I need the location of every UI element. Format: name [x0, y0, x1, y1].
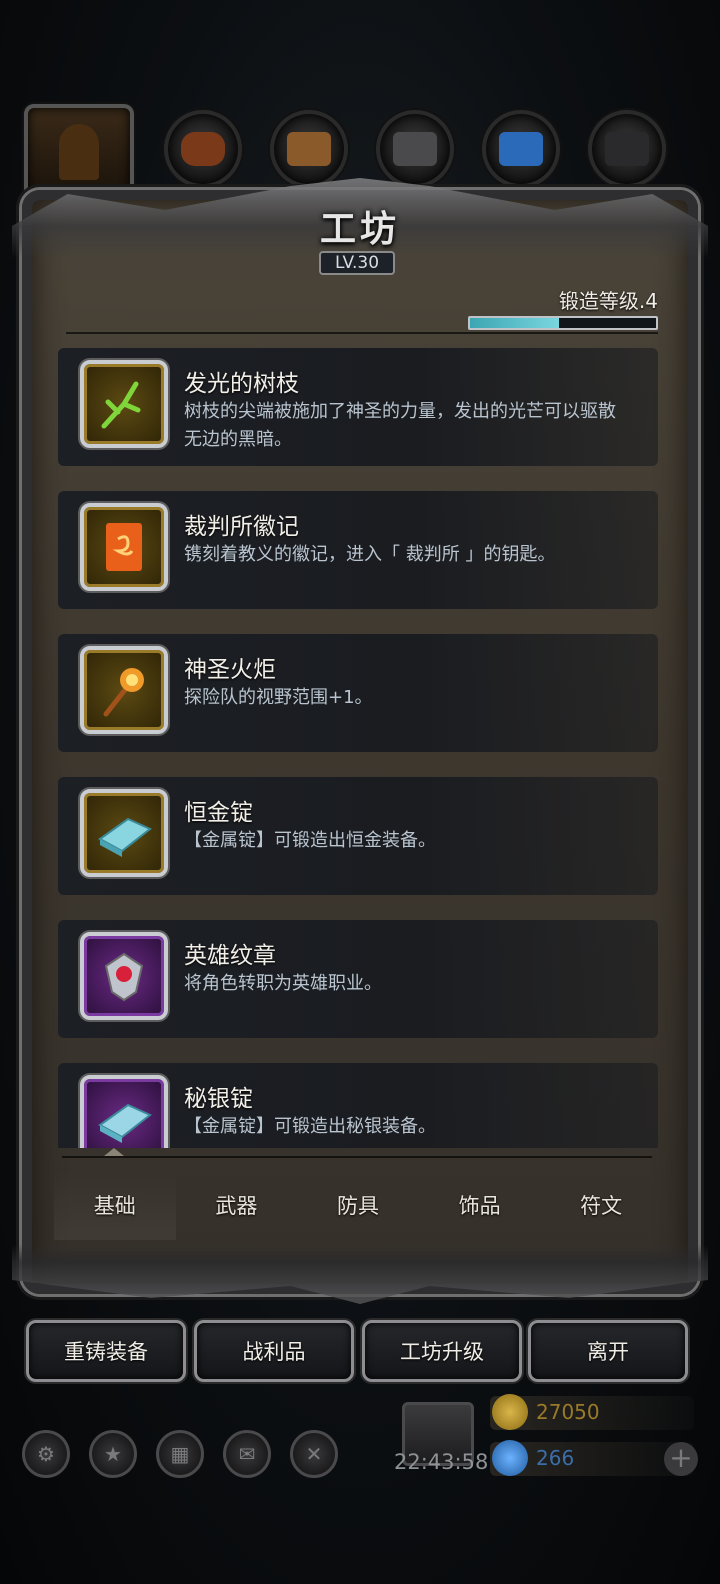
item-name: 秘银锭 — [184, 1086, 253, 1112]
item-name: 裁判所徽记 — [184, 514, 299, 540]
tab-armor[interactable]: 防具 — [297, 1170, 419, 1240]
list-item[interactable]: 裁判所徽记 镌刻着教义的徽记，进入「 裁判所 」的钥匙。 — [58, 491, 658, 609]
item-description: 【金属锭】可锻造出秘银装备。 — [184, 1116, 436, 1137]
item-description: 将角色转职为英雄职业。 — [184, 973, 382, 994]
swords-icon[interactable]: ✕ — [290, 1430, 338, 1478]
workshop-upgrade-button[interactable]: 工坊升级 — [362, 1320, 522, 1382]
iron-ingot-icon[interactable] — [376, 110, 454, 188]
leather-armor-icon[interactable] — [164, 110, 242, 188]
eternal-gold-ingot-icon — [80, 789, 168, 877]
forge-progress-bar — [468, 316, 658, 330]
settings-gear-icon[interactable]: ⚙ — [22, 1430, 70, 1478]
reforge-equipment-button[interactable]: 重铸装备 — [26, 1320, 186, 1382]
guild-banner-icon[interactable]: ▦ — [156, 1430, 204, 1478]
inquisition-emblem-icon — [80, 503, 168, 591]
star-badge-icon[interactable]: ★ — [89, 1430, 137, 1478]
list-item[interactable]: 发光的树枝 树枝的尖端被施加了神圣的力量，发出的光芒可以驱散无边的黑暗。 — [58, 348, 658, 466]
tab-basic[interactable]: 基础 — [54, 1170, 176, 1240]
forge-level-label: 锻造等级.4 — [558, 289, 658, 313]
loot-button[interactable]: 战利品 — [194, 1320, 354, 1382]
divider — [66, 332, 658, 334]
item-list[interactable]: 发光的树枝 树枝的尖端被施加了神圣的力量，发出的光芒可以驱散无边的黑暗。 裁判所… — [58, 348, 658, 1148]
tab-weapons[interactable]: 武器 — [176, 1170, 298, 1240]
glowing-branch-icon — [80, 360, 168, 448]
hero-crest-icon — [80, 932, 168, 1020]
list-item[interactable]: 神圣火炬 探险队的视野范围+1。 — [58, 634, 658, 752]
scroll-up-icon[interactable] — [104, 1148, 124, 1156]
forge-progress-fill — [470, 318, 560, 328]
item-name: 恒金锭 — [184, 800, 253, 826]
item-description: 【金属锭】可锻造出恒金装备。 — [184, 830, 436, 851]
item-description: 镌刻着教义的徽记，进入「 裁判所 」的钥匙。 — [184, 544, 556, 565]
item-name: 神圣火炬 — [184, 657, 276, 683]
gold-amount: 27050 — [536, 1400, 600, 1424]
add-gems-button[interactable]: + — [664, 1442, 698, 1476]
panel-title: 工坊 — [319, 208, 400, 250]
gold-coin-icon — [492, 1394, 528, 1430]
clock: 22:43:58 — [394, 1450, 489, 1474]
list-item[interactable]: 恒金锭 【金属锭】可锻造出恒金装备。 — [58, 777, 658, 895]
dark-ingot-icon[interactable] — [588, 110, 666, 188]
item-description: 树枝的尖端被施加了神圣的力量，发出的光芒可以驱散无边的黑暗。 — [184, 401, 616, 450]
list-item[interactable]: 英雄纹章 将角色转职为英雄职业。 — [58, 920, 658, 1038]
leave-button[interactable]: 离开 — [528, 1320, 688, 1382]
gold-counter: 27050 — [490, 1394, 694, 1430]
action-bar: 重铸装备 战利品 工坊升级 离开 — [26, 1320, 692, 1382]
gem-amount: 266 — [536, 1446, 575, 1470]
divider — [62, 1156, 652, 1158]
tab-accessories[interactable]: 饰品 — [419, 1170, 541, 1240]
wood-plank-icon[interactable] — [270, 110, 348, 188]
gem-icon — [492, 1440, 528, 1476]
level-badge: LV.30 — [319, 251, 395, 275]
list-item[interactable]: 秘银锭 【金属锭】可锻造出秘银装备。 — [58, 1063, 658, 1148]
item-name: 发光的树枝 — [184, 371, 299, 397]
category-tabs: 基础 武器 防具 饰品 符文 — [54, 1170, 662, 1240]
item-name: 英雄纹章 — [184, 943, 276, 969]
holy-torch-icon — [80, 646, 168, 734]
item-description: 探险队的视野范围+1。 — [184, 687, 373, 708]
bottom-bar: ⚙ ★ ▦ ✉ ✕ 22:43:58 27050 266 + — [0, 1392, 720, 1584]
tab-runes[interactable]: 符文 — [540, 1170, 662, 1240]
mithril-ingot-icon — [80, 1075, 168, 1148]
blue-crystal-icon[interactable] — [482, 110, 560, 188]
hood-icon[interactable] — [24, 104, 134, 200]
mail-icon[interactable]: ✉ — [223, 1430, 271, 1478]
